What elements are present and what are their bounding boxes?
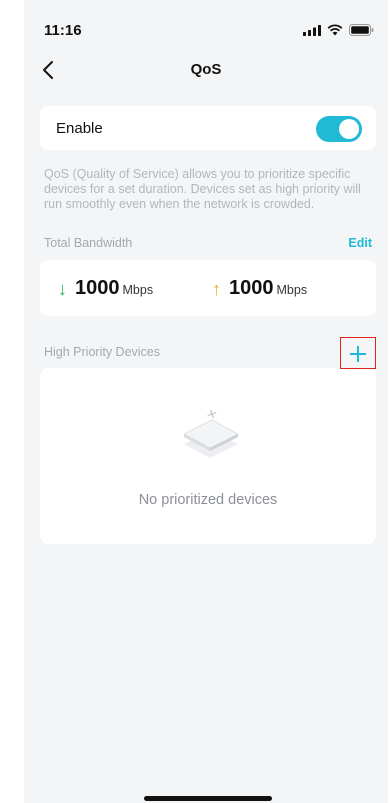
screenshot-right-margin <box>388 0 392 803</box>
download-unit: Mbps <box>122 283 154 297</box>
status-time: 11:16 <box>44 22 82 39</box>
screenshot-left-margin <box>0 0 24 803</box>
bandwidth-card: ↓ 1000 Mbps ↑ 1000 Mbps <box>40 260 376 316</box>
empty-device-illustration <box>182 410 240 458</box>
cellular-signal-icon <box>303 24 321 36</box>
upload-bandwidth: ↑ 1000 Mbps <box>212 277 307 300</box>
navigation-bar: QoS <box>24 52 388 92</box>
edit-bandwidth-link[interactable]: Edit <box>348 236 372 250</box>
toggle-knob <box>339 119 359 139</box>
page-title: QoS <box>190 61 222 78</box>
enable-row: Enable <box>40 106 376 150</box>
home-indicator <box>144 796 272 801</box>
arrow-down-icon: ↓ <box>58 279 67 299</box>
battery-icon <box>349 24 374 36</box>
status-icons <box>303 24 374 36</box>
empty-state-text: No prioritized devices <box>138 492 278 508</box>
phone-screen: 11:16 QoS Enable QoS (Quality of Service… <box>24 0 388 803</box>
total-bandwidth-label: Total Bandwidth <box>44 236 133 250</box>
high-priority-devices-label: High Priority Devices <box>44 345 161 359</box>
download-value: 1000 <box>75 277 120 299</box>
upload-unit: Mbps <box>276 283 308 297</box>
wifi-icon <box>327 24 343 36</box>
qos-description: QoS (Quality of Service) allows you to p… <box>44 167 361 211</box>
plus-icon-vertical <box>357 345 359 362</box>
upload-value: 1000 <box>229 277 274 299</box>
arrow-up-icon: ↑ <box>212 279 221 299</box>
enable-toggle[interactable] <box>316 116 362 142</box>
enable-label: Enable <box>56 120 103 137</box>
high-priority-devices-card: No prioritized devices <box>40 368 376 544</box>
add-device-button[interactable] <box>340 337 376 369</box>
download-bandwidth: ↓ 1000 Mbps <box>58 277 153 300</box>
status-bar: 11:16 <box>24 0 388 48</box>
